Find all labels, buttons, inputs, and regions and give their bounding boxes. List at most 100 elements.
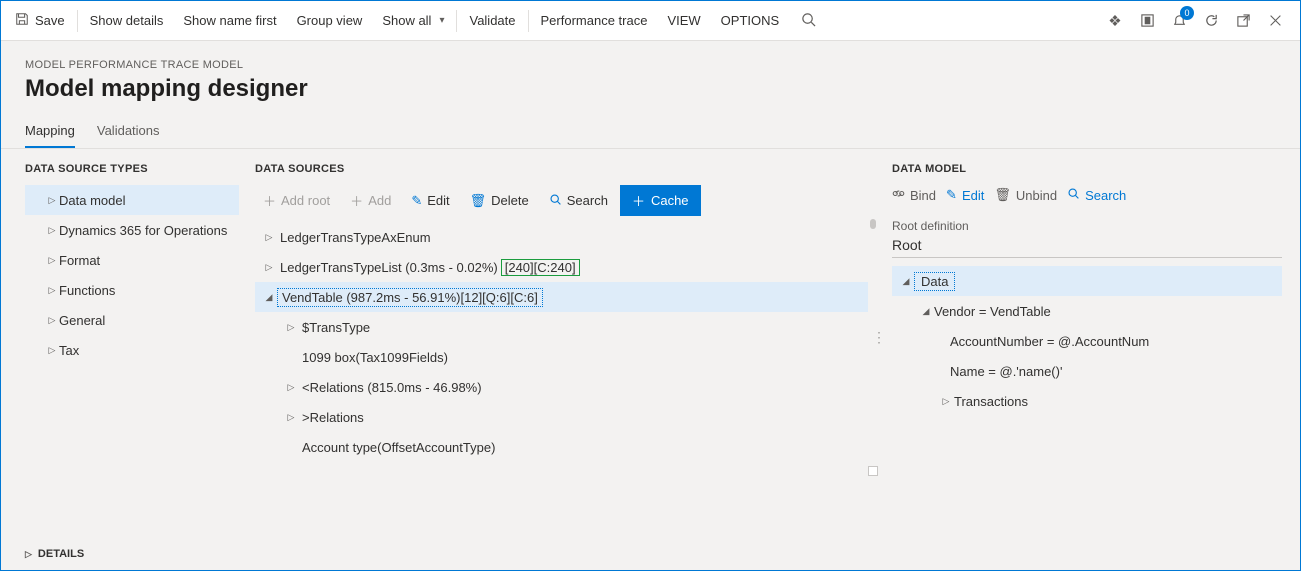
add-root-button[interactable]: ＋ Add root [255,187,338,214]
save-button[interactable]: Save [5,1,75,41]
ds-label: 1099 box(Tax1099Fields) [299,349,451,366]
unbind-button[interactable]: 🗑 Unbind [994,187,1057,203]
search-button[interactable]: Search [541,189,616,213]
data-model-pane: DATA MODEL Bind ✎ Edit 🗑 Unbind Search [880,149,1300,568]
search-icon [549,193,562,209]
view-button[interactable]: VIEW [657,1,710,41]
root-definition-label: Root definition [892,219,1282,233]
chevron-right-icon: ▷ [283,412,299,423]
ds-row-ledger-enum[interactable]: ▷ LedgerTransTypeAxEnum [255,222,868,252]
office-icon[interactable] [1138,12,1156,30]
chevron-right-icon: ▷ [45,315,59,326]
dm-label: Name = @.'name()' [950,364,1062,379]
plus-icon: ＋ [632,191,645,210]
add-button[interactable]: ＋ Add [342,187,399,214]
chevron-right-icon: ▷ [45,195,59,206]
validate-button[interactable]: Validate [459,1,525,41]
data-model-tree: ◢ Data ◢ Vendor = VendTable AccountNumbe… [892,266,1282,416]
scroll-corner [868,466,878,476]
edit-button[interactable]: ✎ Edit [946,187,984,203]
trash-icon: 🗑 [470,193,487,209]
chevron-right-icon: ▷ [261,232,277,243]
dm-row-data[interactable]: ◢ Data [892,266,1282,296]
tab-mapping[interactable]: Mapping [25,123,75,148]
options-button[interactable]: OPTIONS [711,1,790,41]
search-icon [1067,187,1080,203]
ds-row-1099box[interactable]: ▷ 1099 box(Tax1099Fields) [255,342,868,372]
ds-row-ledger-list[interactable]: ▷ LedgerTransTypeList (0.3ms - 0.02%) [2… [255,252,868,282]
group-view-button[interactable]: Group view [287,1,373,41]
type-label: Tax [59,343,79,358]
details-label: DETAILS [38,548,84,560]
ds-label: LedgerTransTypeList (0.3ms - 0.02%) [277,259,501,276]
bind-button[interactable]: Bind [892,187,936,203]
details-toggle[interactable]: ▷ DETAILS [25,548,84,560]
chevron-right-icon: ▷ [283,322,299,333]
data-sources-tree: ▷ LedgerTransTypeAxEnum ▷ LedgerTransTyp… [255,222,868,462]
chevron-down-icon: ◢ [261,292,277,303]
show-name-first-button[interactable]: Show name first [173,1,286,41]
dm-row-vendor[interactable]: ◢ Vendor = VendTable [892,296,1282,326]
chevron-right-icon: ▷ [45,285,59,296]
ds-label: Account type(OffsetAccountType) [299,439,498,456]
performance-trace-button[interactable]: Performance trace [531,1,658,41]
type-label: Functions [59,283,115,298]
chevron-right-icon: ▷ [45,225,59,236]
chevron-right-icon: ▷ [261,262,277,273]
ds-row-transtype[interactable]: ▷ $TransType [255,312,868,342]
show-all-button[interactable]: Show all ▾ [372,1,454,41]
resize-handle[interactable]: ⋮ [872,329,884,346]
dm-row-transactions[interactable]: ▷ Transactions [892,386,1282,416]
sources-heading: DATA SOURCES [255,163,868,175]
page-header: MODEL PERFORMANCE TRACE MODEL Model mapp… [1,41,1300,111]
cache-button[interactable]: ＋ Cache [620,185,701,216]
chevron-right-icon: ▷ [283,382,299,393]
chevron-right-icon: ▷ [25,549,32,560]
chevron-right-icon: ▷ [938,396,954,407]
chevron-right-icon: ▷ [45,345,59,356]
search-button[interactable]: Search [1067,187,1126,203]
type-d365[interactable]: ▷ Dynamics 365 for Operations [25,215,239,245]
git-icon[interactable]: ❖ [1106,12,1124,30]
type-label: Format [59,253,100,268]
root-definition-value[interactable]: Root [892,237,1282,258]
pencil-icon: ✎ [946,187,957,203]
separator [528,10,529,32]
ds-label: LedgerTransTypeAxEnum [277,229,434,246]
plus-icon: ＋ [263,191,276,210]
type-tax[interactable]: ▷ Tax [25,335,239,365]
type-format[interactable]: ▷ Format [25,245,239,275]
show-details-button[interactable]: Show details [80,1,174,41]
search-icon-button[interactable] [789,12,828,30]
scrollbar-thumb[interactable] [870,219,876,229]
ds-label: $TransType [299,319,373,336]
ds-row-account-type[interactable]: ▷ Account type(OffsetAccountType) [255,432,868,462]
edit-button[interactable]: ✎ Edit [403,189,457,213]
dm-label: Vendor = VendTable [934,304,1051,319]
ds-label: <Relations (815.0ms - 46.98%) [299,379,485,396]
tab-strip: Mapping Validations [1,111,1300,149]
ds-row-lt-relations[interactable]: ▷ <Relations (815.0ms - 46.98%) [255,372,868,402]
command-bar: Save Show details Show name first Group … [1,1,1300,41]
close-icon[interactable] [1266,12,1284,30]
refresh-icon[interactable] [1202,12,1220,30]
type-general[interactable]: ▷ General [25,305,239,335]
type-label: Data model [59,193,125,208]
data-model-heading: DATA MODEL [892,163,1282,175]
sources-toolbar: ＋ Add root ＋ Add ✎ Edit 🗑 Delete Search [255,185,868,216]
popout-icon[interactable] [1234,12,1252,30]
dm-row-account[interactable]: AccountNumber = @.AccountNum [892,326,1282,356]
trash-icon: 🗑 [994,187,1011,203]
ds-row-vendtable[interactable]: ◢ VendTable (987.2ms - 56.91%)[12][Q:6][… [255,282,868,312]
delete-button[interactable]: 🗑 Delete [462,189,537,213]
chevron-right-icon: ▷ [45,255,59,266]
tab-validations[interactable]: Validations [97,123,160,148]
types-tree: ▷ Data model ▷ Dynamics 365 for Operatio… [25,185,239,365]
type-data-model[interactable]: ▷ Data model [25,185,239,215]
notification-button[interactable]: 0 [1170,12,1188,30]
type-functions[interactable]: ▷ Functions [25,275,239,305]
ds-row-gt-relations[interactable]: ▷ >Relations [255,402,868,432]
dm-label: Data [914,272,955,291]
dm-row-name[interactable]: Name = @.'name()' [892,356,1282,386]
data-source-types-pane: DATA SOURCE TYPES ▷ Data model ▷ Dynamic… [1,149,251,568]
